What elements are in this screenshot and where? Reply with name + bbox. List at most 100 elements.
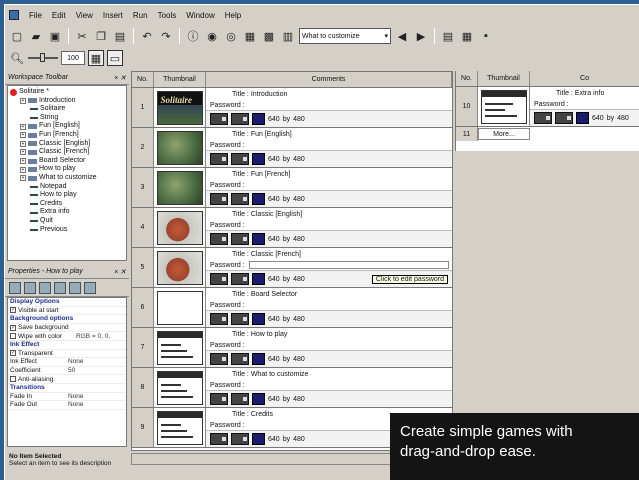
undo-icon[interactable]: ↶ xyxy=(139,28,155,44)
tree-node[interactable]: Previous xyxy=(10,226,124,235)
frame-height[interactable]: 480 xyxy=(293,356,305,363)
frame-title[interactable]: Extra info xyxy=(575,90,605,97)
tree-node[interactable]: Credits xyxy=(10,200,124,209)
menu-window[interactable]: Window xyxy=(186,11,214,20)
frame-transition-out-icon[interactable] xyxy=(231,433,249,445)
frame-transition-out-icon[interactable] xyxy=(231,273,249,285)
frame-thumbnail[interactable] xyxy=(154,208,206,247)
tree-node[interactable]: Solitaire xyxy=(10,105,124,114)
frame-title[interactable]: Classic [French] xyxy=(251,251,301,258)
storyboard-icon[interactable]: ▦ xyxy=(242,28,258,44)
property-row[interactable]: Ink Effect None xyxy=(8,358,126,367)
property-row[interactable]: Wipe with color RGB = 0, 0, xyxy=(8,332,126,341)
checkbox[interactable]: ✓ xyxy=(10,350,16,357)
background-color-swatch[interactable] xyxy=(252,193,265,205)
background-color-swatch[interactable] xyxy=(252,393,265,405)
frame-title[interactable]: Board Selector xyxy=(251,291,297,298)
frame-transition-out-icon[interactable] xyxy=(231,233,249,245)
password-input[interactable] xyxy=(248,261,449,269)
expand-icon[interactable]: + xyxy=(20,97,26,104)
frame-transition-in-icon[interactable] xyxy=(210,113,228,125)
tree-node[interactable]: String xyxy=(10,114,124,123)
properties-grid[interactable]: Display Options ✓ Visible at start Backgrou… xyxy=(7,297,127,447)
event-editor-icon[interactable]: ▥ xyxy=(280,28,296,44)
property-value[interactable]: None xyxy=(68,401,126,408)
close-icon[interactable]: × ✕ xyxy=(114,268,126,276)
background-color-swatch[interactable] xyxy=(252,233,265,245)
frame-transition-out-icon[interactable] xyxy=(555,112,573,124)
frame-width[interactable]: 640 xyxy=(268,396,280,403)
frame-row[interactable]: 5 Title : Classic [French] Password :640 by… xyxy=(132,248,452,288)
property-value[interactable]: None xyxy=(68,393,126,400)
checkbox[interactable] xyxy=(10,333,16,340)
frame-selector-dropdown[interactable]: What to customize ▾ xyxy=(299,28,391,44)
tree-node[interactable]: How to play xyxy=(10,191,124,200)
property-row[interactable]: Fade In None xyxy=(8,393,126,402)
properties-icon[interactable]: ▤ xyxy=(440,28,456,44)
frame-width[interactable]: 640 xyxy=(268,156,280,163)
property-row[interactable]: ✓ Visible at start xyxy=(8,307,126,316)
tab-size-icon[interactable] xyxy=(39,281,51,294)
checkbox[interactable]: ✓ xyxy=(10,324,16,331)
frame-transition-out-icon[interactable] xyxy=(231,313,249,325)
frame-transition-out-icon[interactable] xyxy=(231,193,249,205)
tree-node[interactable]: Extra info xyxy=(10,208,124,217)
previous-frame-icon[interactable]: ◀ xyxy=(394,28,410,44)
menu-insert[interactable]: Insert xyxy=(103,11,123,20)
frame-width[interactable]: 640 xyxy=(268,116,280,123)
frame-width[interactable]: 640 xyxy=(268,436,280,443)
expand-icon[interactable]: + xyxy=(20,166,26,173)
frame-height[interactable]: 480 xyxy=(293,196,305,203)
frame-row[interactable]: 10 Title : Extra info Password : 640 by … xyxy=(456,87,639,127)
frame-title[interactable]: Classic [English] xyxy=(251,211,302,218)
save-icon[interactable]: ▣ xyxy=(47,28,63,44)
tab-runtime-icon[interactable] xyxy=(54,281,66,294)
frame-title[interactable]: What to customize xyxy=(251,371,309,378)
property-value[interactable]: 50 xyxy=(68,367,126,374)
frame-transition-out-icon[interactable] xyxy=(231,113,249,125)
background-color-swatch[interactable] xyxy=(252,313,265,325)
menu-help[interactable]: Help xyxy=(225,11,241,20)
frame-thumbnail[interactable] xyxy=(154,408,206,447)
property-value[interactable]: RGB = 0, 0, xyxy=(76,333,126,340)
frame-height[interactable]: 480 xyxy=(293,276,305,283)
tree-node[interactable]: Solitaire * xyxy=(10,88,124,97)
frame-width[interactable]: 640 xyxy=(268,276,280,283)
run-application-icon[interactable]: ◉ xyxy=(204,28,220,44)
info-icon[interactable]: ⓘ xyxy=(185,28,201,44)
frame-transition-in-icon[interactable] xyxy=(210,273,228,285)
tab-settings-icon[interactable] xyxy=(9,281,21,294)
tree-node[interactable]: + Classic [French] xyxy=(10,148,124,157)
frame-thumbnail[interactable] xyxy=(478,87,530,126)
paste-icon[interactable]: ▤ xyxy=(112,28,128,44)
tree-node[interactable]: + How to play xyxy=(10,165,124,174)
frame-width[interactable]: 640 xyxy=(268,356,280,363)
menu-file[interactable]: File xyxy=(29,11,42,20)
background-color-swatch[interactable] xyxy=(252,273,265,285)
new-file-icon[interactable]: ▢ xyxy=(9,28,25,44)
frame-row[interactable]: 3 Title : Fun [French] Password :640 by 480 xyxy=(132,168,452,208)
copy-icon[interactable]: ❐ xyxy=(93,28,109,44)
layers-icon[interactable]: ▦ xyxy=(459,28,475,44)
tree-node[interactable]: + Board Selector xyxy=(10,157,124,166)
frame-row[interactable]: 8 Title : What to customize Password :640 b… xyxy=(132,368,452,408)
background-color-swatch[interactable] xyxy=(252,353,265,365)
background-color-swatch[interactable] xyxy=(576,112,589,124)
expand-icon[interactable]: + xyxy=(20,140,26,147)
frame-title[interactable]: Fun [French] xyxy=(251,171,291,178)
frame-thumbnail[interactable] xyxy=(154,368,206,407)
expand-icon[interactable]: + xyxy=(20,175,26,182)
grid-icon[interactable]: ▦ xyxy=(88,50,104,66)
frame-width[interactable]: 640 xyxy=(268,316,280,323)
tree-node[interactable]: + Fun [English] xyxy=(10,122,124,131)
frame-height[interactable]: 480 xyxy=(293,116,305,123)
frame-thumbnail[interactable] xyxy=(154,168,206,207)
frame-transition-in-icon[interactable] xyxy=(210,313,228,325)
menu-tools[interactable]: Tools xyxy=(158,11,177,20)
frame-transition-in-icon[interactable] xyxy=(210,193,228,205)
frame-row[interactable]: 2 Title : Fun [English] Password :640 by 480 xyxy=(132,128,452,168)
frame-thumbnail[interactable] xyxy=(154,328,206,367)
frame-transition-in-icon[interactable] xyxy=(210,153,228,165)
open-folder-icon[interactable]: ▰ xyxy=(28,28,44,44)
snap-icon[interactable]: ▭ xyxy=(107,50,123,66)
